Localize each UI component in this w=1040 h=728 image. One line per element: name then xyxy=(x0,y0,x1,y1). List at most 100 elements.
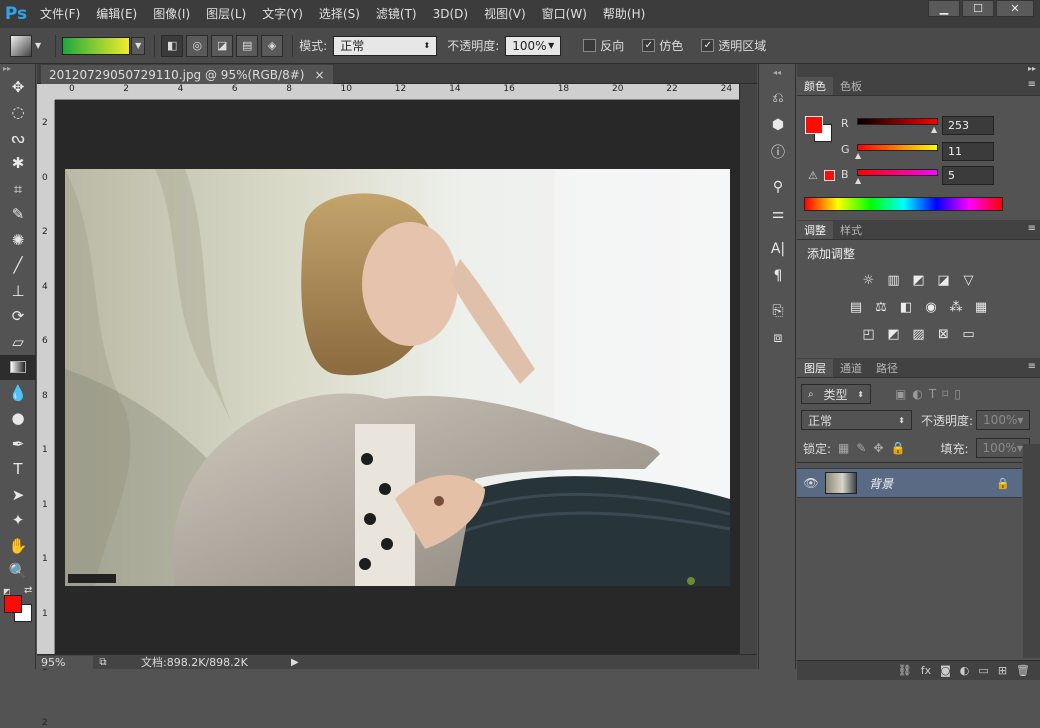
lock-image-icon[interactable]: ✎ xyxy=(856,441,866,455)
new-group-icon[interactable]: ▭ xyxy=(978,664,988,677)
new-layer-icon[interactable]: ⊞ xyxy=(998,664,1007,677)
layer-row[interactable]: 👁 背景 🔒 xyxy=(797,468,1022,498)
ruler-origin[interactable] xyxy=(37,84,55,100)
layer-opacity-field[interactable]: 100% ▼ xyxy=(976,410,1031,430)
delete-layer-icon[interactable]: 🗑 xyxy=(1016,664,1030,677)
panel-menu-icon[interactable]: ≡ xyxy=(1028,223,1036,234)
eye-icon[interactable]: 👁 xyxy=(797,476,825,490)
healing-brush-tool-icon[interactable]: ✺ xyxy=(0,227,36,253)
g-slider[interactable] xyxy=(857,144,938,151)
menu-help[interactable]: 帮助(H) xyxy=(595,0,653,28)
color-lookup-icon[interactable]: ▦ xyxy=(972,298,990,316)
selective-color-icon[interactable]: ⊠ xyxy=(935,325,953,343)
paragraph-panel-icon[interactable]: ¶ xyxy=(759,262,797,289)
layer-style-icon[interactable]: fx xyxy=(921,664,931,677)
posterize-icon[interactable]: ◩ xyxy=(885,325,903,343)
menu-layer[interactable]: 图层(L) xyxy=(198,0,254,28)
color-balance-icon[interactable]: ⚖ xyxy=(872,298,890,316)
fg-color-box[interactable] xyxy=(805,116,823,134)
channel-mixer-icon[interactable]: ⁂ xyxy=(947,298,965,316)
menu-image[interactable]: 图像(I) xyxy=(145,0,198,28)
linear-gradient-icon[interactable]: ◧ xyxy=(161,34,184,57)
photo-filter-icon[interactable]: ◉ xyxy=(922,298,940,316)
document-image[interactable] xyxy=(65,169,730,586)
diamond-gradient-icon[interactable]: ◈ xyxy=(261,34,284,57)
foreground-color-swatch[interactable] xyxy=(4,595,22,613)
filter-adjustment-icon[interactable]: ◐ xyxy=(912,387,922,401)
eyedropper-tool-icon[interactable]: ✎ xyxy=(0,202,36,228)
gradient-tool-preset-icon[interactable] xyxy=(10,34,32,57)
blend-mode-dropdown[interactable]: 正常 ⬍ xyxy=(801,410,912,430)
move-tool-icon[interactable]: ✥ xyxy=(0,74,36,100)
transparency-checkbox[interactable]: ✓ xyxy=(701,39,715,52)
invert-icon[interactable]: ◰ xyxy=(860,325,878,343)
status-menu-arrow-icon[interactable]: ▶ xyxy=(291,657,299,668)
layer-name[interactable]: 背景 xyxy=(869,475,893,492)
gamut-swatch[interactable] xyxy=(824,170,835,181)
crop-tool-icon[interactable]: ⌗ xyxy=(0,176,36,202)
reflected-gradient-icon[interactable]: ▤ xyxy=(236,34,259,57)
clone-source-icon[interactable]: ⎘ xyxy=(759,297,797,324)
mode-dropdown[interactable]: 正常 ⬍ xyxy=(333,35,438,56)
menu-edit[interactable]: 编辑(E) xyxy=(88,0,145,28)
lock-transparency-icon[interactable]: ▦ xyxy=(838,441,849,455)
filter-shape-icon[interactable]: ⌑ xyxy=(942,387,948,401)
zoom-level[interactable]: 95% xyxy=(37,655,93,669)
gradient-tool-icon[interactable] xyxy=(0,354,36,380)
menu-view[interactable]: 视图(V) xyxy=(476,0,534,28)
tab-styles[interactable]: 样式 xyxy=(833,221,869,239)
lock-all-icon[interactable]: 🔒 xyxy=(891,441,906,455)
link-layers-icon[interactable]: ⛓ xyxy=(898,664,912,677)
hand-tool-icon[interactable]: ✋ xyxy=(0,533,36,559)
tab-adjustments[interactable]: 调整 xyxy=(797,221,833,239)
g-value[interactable]: 11 xyxy=(942,142,994,161)
gradient-swatch[interactable] xyxy=(62,36,131,55)
black-white-icon[interactable]: ◧ xyxy=(897,298,915,316)
r-value[interactable]: 253 xyxy=(942,116,994,135)
levels-icon[interactable]: ▥ xyxy=(885,271,903,289)
menu-type[interactable]: 文字(Y) xyxy=(254,0,311,28)
zoom-tool-icon[interactable]: 🔍 xyxy=(0,559,36,585)
b-slider[interactable] xyxy=(857,169,938,176)
menu-select[interactable]: 选择(S) xyxy=(311,0,368,28)
layers-scrollbar[interactable] xyxy=(1023,444,1040,658)
blur-tool-icon[interactable]: 💧 xyxy=(0,380,36,406)
horizontal-ruler[interactable]: 02468101214161820222426 xyxy=(55,84,786,100)
angle-gradient-icon[interactable]: ◪ xyxy=(211,34,234,57)
tab-channels[interactable]: 通道 xyxy=(833,359,869,377)
filter-type-icon[interactable]: T xyxy=(929,387,936,401)
layer-mask-icon[interactable]: ◙ xyxy=(940,664,951,677)
minimize-button[interactable]: ▁ xyxy=(928,0,960,17)
panel-menu-icon[interactable]: ≡ xyxy=(1028,79,1036,90)
3d-panel-icon[interactable]: ⬢ xyxy=(759,111,797,138)
b-slider-thumb-icon[interactable]: ▲ xyxy=(855,176,861,185)
adjustment-layer-icon[interactable]: ◐ xyxy=(960,664,970,677)
dodge-tool-icon[interactable]: ● xyxy=(0,406,36,432)
close-button[interactable]: ✕ xyxy=(996,0,1034,17)
tab-layers[interactable]: 图层 xyxy=(797,359,833,377)
menu-filter[interactable]: 滤镜(T) xyxy=(368,0,425,28)
filter-smart-object-icon[interactable]: ▯ xyxy=(954,387,961,401)
menu-3d[interactable]: 3D(D) xyxy=(425,0,476,28)
tab-color[interactable]: 颜色 xyxy=(797,77,833,95)
preset-dropdown-arrow-icon[interactable]: ▼ xyxy=(35,41,41,50)
filter-pixel-icon[interactable]: ▣ xyxy=(895,387,906,401)
exposure-icon[interactable]: ◪ xyxy=(935,271,953,289)
pen-tool-icon[interactable]: ✒ xyxy=(0,431,36,457)
shape-tool-icon[interactable]: ✦ xyxy=(0,508,36,534)
history-brush-tool-icon[interactable]: ⟳ xyxy=(0,304,36,330)
r-slider[interactable] xyxy=(857,118,938,125)
g-slider-thumb-icon[interactable]: ▲ xyxy=(855,151,861,160)
brush-panel-icon[interactable]: ⚲ xyxy=(759,173,797,200)
layer-filter-dropdown[interactable]: ⌕ 类型 ⬍ xyxy=(801,384,871,404)
type-tool-icon[interactable]: T xyxy=(0,457,36,483)
tab-swatches[interactable]: 色板 xyxy=(833,77,869,95)
lock-position-icon[interactable]: ✥ xyxy=(873,441,883,455)
dither-checkbox[interactable]: ✓ xyxy=(642,39,656,52)
gradient-map-icon[interactable]: ▭ xyxy=(960,325,978,343)
brightness-icon[interactable]: ☼ xyxy=(860,271,878,289)
reverse-checkbox[interactable] xyxy=(583,39,597,52)
panel-menu-icon[interactable]: ≡ xyxy=(1028,361,1036,372)
hue-saturation-icon[interactable]: ▤ xyxy=(847,298,865,316)
vibrance-icon[interactable]: ▽ xyxy=(960,271,978,289)
